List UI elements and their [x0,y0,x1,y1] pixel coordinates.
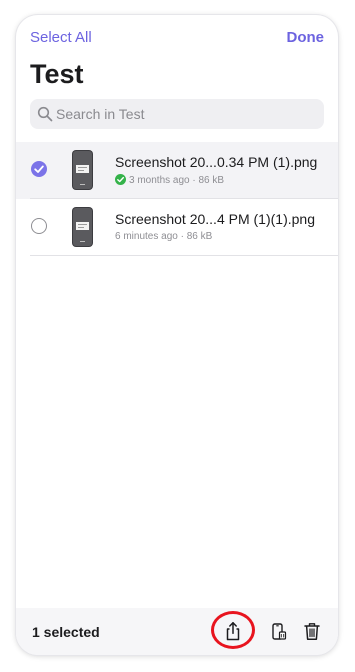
file-meta: 6 minutes ago · 86 kB [115,231,213,242]
selection-checkbox[interactable] [31,161,47,177]
row-divider [30,255,338,256]
file-meta: 3 months ago · 86 kB [115,174,224,186]
file-list: Screenshot 20...0.34 PM (1).png 3 months… [16,142,338,256]
bottom-toolbar: 1 selected [16,608,338,655]
file-age: 6 minutes ago [115,231,178,242]
page-title: Test [30,59,84,89]
file-age: 3 months ago [129,175,190,186]
file-name: Screenshot 20...4 PM (1)(1).png [115,211,315,227]
search-bar[interactable] [30,99,324,129]
file-name: Screenshot 20...0.34 PM (1).png [115,154,318,170]
done-button[interactable]: Done [287,29,325,46]
checkmark-icon [34,165,44,173]
file-row[interactable]: Screenshot 20...4 PM (1)(1).png 6 minute… [16,199,338,256]
synced-check-icon [115,174,126,185]
file-size: 86 kB [186,231,213,242]
share-icon[interactable] [222,620,244,642]
phone-screen: Select All Done Test Screenshot 20...0.3… [16,15,338,655]
selection-checkbox[interactable] [31,218,47,234]
navigation-bar: Select All Done [16,15,338,63]
search-input[interactable] [56,99,316,129]
file-row[interactable]: Screenshot 20...0.34 PM (1).png 3 months… [16,142,338,199]
move-to-phone-icon[interactable] [268,620,290,642]
file-thumbnail [73,208,92,246]
file-size: 86 kB [198,175,225,186]
selected-count: 1 selected [32,624,100,640]
search-icon [37,106,53,122]
select-all-button[interactable]: Select All [30,29,92,46]
trash-icon[interactable] [301,620,323,642]
file-thumbnail [73,151,92,189]
